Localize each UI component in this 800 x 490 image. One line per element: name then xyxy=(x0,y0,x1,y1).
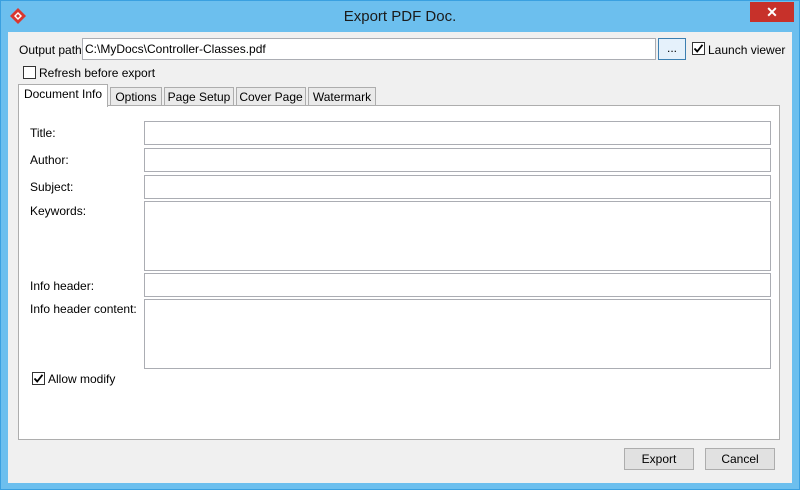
info-header-content-textarea[interactable] xyxy=(144,299,771,369)
launch-viewer-checkbox[interactable] xyxy=(692,42,705,55)
refresh-before-export-label: Refresh before export xyxy=(39,66,156,80)
tab-watermark[interactable]: Watermark xyxy=(308,87,376,107)
tab-document-info[interactable]: Document Info xyxy=(18,84,108,107)
keywords-label: Keywords: xyxy=(30,204,87,218)
title-label: Title: xyxy=(30,126,56,140)
checkmark-icon xyxy=(33,374,44,383)
refresh-before-export-checkbox[interactable] xyxy=(23,66,36,79)
tab-page-setup[interactable]: Page Setup xyxy=(164,87,234,107)
browse-button[interactable]: ... xyxy=(658,38,686,60)
document-info-panel: Title: Author: Subject: Keywords: Info h… xyxy=(18,105,780,440)
author-input[interactable] xyxy=(144,148,771,172)
subject-label: Subject: xyxy=(30,180,74,194)
subject-input[interactable] xyxy=(144,175,771,199)
info-header-label: Info header: xyxy=(30,279,95,293)
info-header-content-label: Info header content: xyxy=(30,302,137,316)
export-pdf-dialog: Export PDF Doc. ✕ Output path: C:\MyDocs… xyxy=(0,0,800,490)
launch-viewer-label: Launch viewer xyxy=(708,43,786,57)
dialog-body: Output path: C:\MyDocs\Controller-Classe… xyxy=(8,32,792,483)
title-bar[interactable]: Export PDF Doc. ✕ xyxy=(1,1,799,31)
allow-modify-checkbox[interactable] xyxy=(32,372,45,385)
checkmark-icon xyxy=(693,44,704,53)
window-title: Export PDF Doc. xyxy=(343,8,457,25)
output-path-value: C:\MyDocs\Controller-Classes.pdf xyxy=(85,42,266,56)
tab-options[interactable]: Options xyxy=(110,87,162,107)
export-button[interactable]: Export xyxy=(624,448,694,470)
tab-cover-page[interactable]: Cover Page xyxy=(236,87,306,107)
allow-modify-label: Allow modify xyxy=(48,372,116,386)
author-label: Author: xyxy=(30,153,69,167)
keywords-textarea[interactable] xyxy=(144,201,771,271)
output-path-label: Output path: xyxy=(19,43,86,57)
close-button[interactable]: ✕ xyxy=(750,2,794,22)
cancel-button[interactable]: Cancel xyxy=(705,448,775,470)
info-header-input[interactable] xyxy=(144,273,771,297)
output-path-input[interactable]: C:\MyDocs\Controller-Classes.pdf xyxy=(82,38,656,60)
title-input[interactable] xyxy=(144,121,771,145)
